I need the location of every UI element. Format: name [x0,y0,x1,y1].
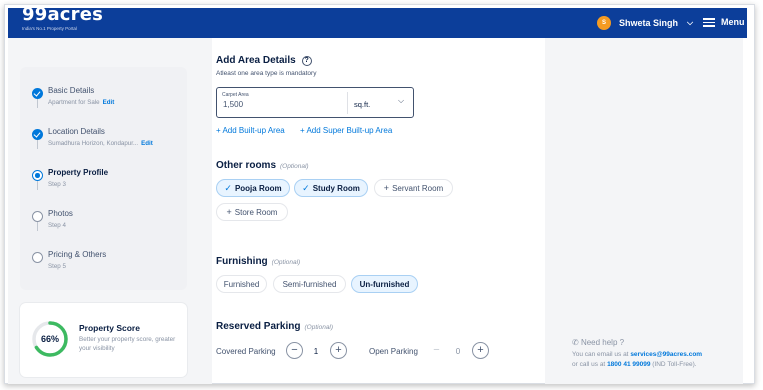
property-score-card: 66% Property Score Better your property … [20,303,187,377]
menu-button[interactable]: Menu [703,16,745,29]
help-card: ✆ Need help ? You can email us at servic… [563,331,721,377]
chip-furnished[interactable]: Furnished [216,275,267,293]
score-title: Property Score [79,323,140,333]
chip-servant-room[interactable]: + Servant Room [374,179,453,197]
chevron-down-icon: ⌵ [687,18,694,27]
chip-un-furnished[interactable]: Un-furnished [351,275,418,293]
open-parking-value: 0 [455,347,461,356]
logo-tagline: India's No.1 Property Portal [22,26,77,31]
edit-link[interactable]: Edit [141,140,153,147]
steps-card: Basic Details Apartment for Sale Edit Loc… [20,67,187,290]
plus-icon: + [226,207,232,217]
hamburger-icon [703,16,715,29]
carpet-area-field[interactable]: Carpet Area 1,500 sq.ft. ⌵ [216,87,414,118]
area-section-title: Add Area Details? [216,55,312,66]
check-icon: ✓ [302,182,310,193]
chip-store-room[interactable]: + Store Room [216,203,288,221]
user-name: Shweta Singh [619,18,679,28]
logo[interactable]: 99acres [22,4,103,25]
top-header: 99acres India's No.1 Property Portal S S… [8,4,747,38]
covered-parking-minus-button[interactable]: − [286,342,303,359]
add-built-up-area-link[interactable]: + Add Built-up Area [216,126,285,135]
phone-icon: ✆ [572,338,579,347]
step-title: Location Details [48,127,105,136]
reserved-parking-title: Reserved Parking (Optional) [216,321,334,332]
chip-pooja-room[interactable]: ✓ Pooja Room [216,179,290,197]
check-circle-icon [32,129,43,140]
unit-select[interactable]: sq.ft. [354,100,370,109]
step-sub: Apartment for Sale Edit [48,99,115,106]
step-sub: Step 5 [48,263,66,270]
chevron-down-icon[interactable]: ⌵ [398,96,404,106]
step-title: Photos [48,209,73,218]
step-sub: Sumadhura Horizon, Kondapur... Edit [48,140,153,147]
check-icon: ✓ [224,182,232,193]
question-circle-icon[interactable]: ? [301,56,312,66]
open-parking-minus-button[interactable]: − [428,342,445,359]
step-title: Property Profile [48,168,109,177]
empty-circle-icon [32,252,43,263]
other-rooms-title: Other rooms (Optional) [216,160,309,171]
carpet-area-label: Carpet Area [222,92,249,98]
step-sub: Step 3 [48,181,66,188]
help-phone-link[interactable]: 1800 41 99099 [607,361,650,368]
step-sub: Step 4 [48,222,66,229]
furnishing-title: Furnishing (Optional) [216,256,301,267]
help-phone-line: or call us at 1800 41 99099 (IND Toll-Fr… [572,361,697,368]
score-percent: 66% [40,334,59,344]
step-title: Pricing & Others [48,250,107,259]
field-divider [347,92,348,114]
covered-parking-plus-button[interactable]: + [330,342,347,359]
covered-parking-value: 1 [313,347,319,356]
current-step-icon [32,170,43,181]
chip-study-room[interactable]: ✓ Study Room [294,179,368,197]
chip-semi-furnished[interactable]: Semi-furnished [273,275,346,293]
open-parking-plus-button[interactable]: + [472,342,489,359]
add-super-built-up-area-link[interactable]: + Add Super Built-up Area [300,126,392,135]
help-email-link[interactable]: services@99acres.com [630,351,702,358]
empty-circle-icon [32,211,43,222]
menu-label: Menu [721,17,745,28]
help-email-line: You can email us at services@99acres.com [572,351,703,358]
score-description: Better your property score, greater your… [79,336,176,352]
user-menu[interactable]: S Shweta Singh ⌵ [597,16,693,30]
step-title: Basic Details [48,86,95,95]
covered-parking-label: Covered Parking [216,347,276,356]
edit-link[interactable]: Edit [103,99,115,106]
carpet-area-input[interactable]: 1,500 [223,100,243,109]
open-parking-label: Open Parking [369,347,418,356]
area-hint: Atleast one area type is mandatory [216,70,317,77]
help-title: ✆ Need help ? [572,338,625,347]
check-circle-icon [32,88,43,99]
plus-icon: + [383,183,390,193]
avatar: S [597,16,611,30]
